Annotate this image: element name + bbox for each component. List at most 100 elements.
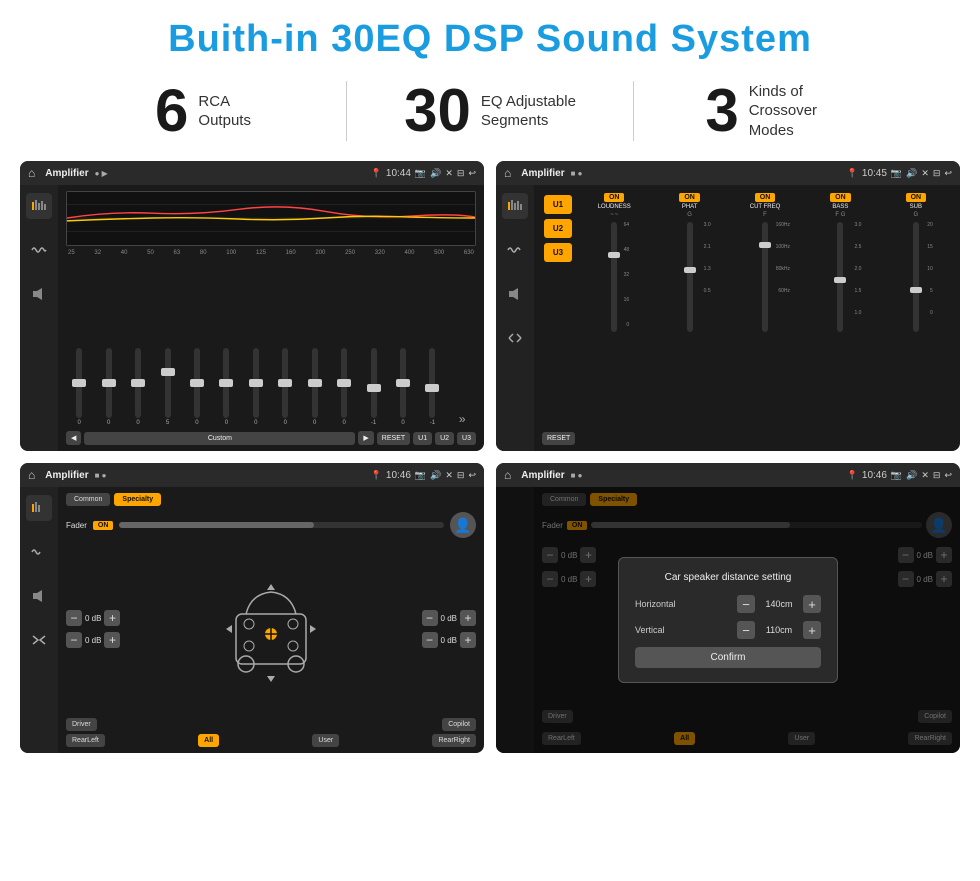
- dialog-vertical-minus[interactable]: −: [737, 621, 755, 639]
- cross-home-icon[interactable]: ⌂: [28, 468, 35, 482]
- sidebar-speaker-icon[interactable]: [26, 281, 52, 307]
- dialog-vertical-value: 110cm: [759, 625, 799, 635]
- amp-u3-btn[interactable]: U3: [544, 243, 572, 262]
- cross-user-btn[interactable]: User: [312, 734, 339, 747]
- cutfreq-label: CUT FREQ: [750, 204, 781, 210]
- cross-db3-plus[interactable]: +: [460, 610, 476, 626]
- sidebar-wave-icon[interactable]: [26, 237, 52, 263]
- cross-sidebar-wave-icon[interactable]: [26, 539, 52, 565]
- cross-bottom-btns: Driver Copilot: [66, 718, 476, 731]
- phat-on[interactable]: ON: [679, 193, 700, 202]
- sidebar-eq-icon[interactable]: [26, 193, 52, 219]
- cross-tab-specialty[interactable]: Specialty: [114, 493, 161, 506]
- stat-number-crossover: 3: [705, 81, 738, 141]
- dialog-home-icon[interactable]: ⌂: [504, 468, 511, 482]
- bass-on[interactable]: ON: [830, 193, 851, 202]
- dialog-vertical-plus[interactable]: +: [803, 621, 821, 639]
- close-icon[interactable]: ✕: [445, 168, 453, 179]
- eq-u2-btn[interactable]: U2: [435, 432, 454, 445]
- dialog-horizontal-ctrl: − 140cm +: [737, 595, 821, 613]
- amp-sidebar-arrows-icon[interactable]: [502, 325, 528, 351]
- eq-custom-btn[interactable]: Custom: [84, 432, 355, 445]
- cross-camera-icon: 📷: [415, 470, 426, 481]
- back-icon[interactable]: ↩: [468, 168, 476, 179]
- sub-on[interactable]: ON: [906, 193, 927, 202]
- cross-driver-btn[interactable]: Driver: [66, 718, 97, 731]
- cross-main: Common Specialty Fader ON 👤: [58, 487, 484, 753]
- cross-car-diagram: [124, 574, 417, 684]
- screen-amp: ⌂ Amplifier ■ ● 📍 10:45 📷 🔊 ✕ ⊟ ↩: [496, 161, 960, 451]
- dialog-overlay: Car speaker distance setting Horizontal …: [496, 487, 960, 753]
- cross-db3-minus[interactable]: −: [422, 610, 438, 626]
- dialog-title: Car speaker distance setting: [635, 572, 821, 583]
- amp-sidebar-speaker-icon[interactable]: [502, 281, 528, 307]
- screen-eq: ⌂ Amplifier ● ▶ 📍 10:44 📷 🔊 ✕ ⊟ ↩: [20, 161, 484, 451]
- amp-u1-btn[interactable]: U1: [544, 195, 572, 214]
- amp-home-icon[interactable]: ⌂: [504, 166, 511, 180]
- cross-fader-bar[interactable]: [119, 522, 444, 528]
- amp-topbar: ⌂ Amplifier ■ ● 📍 10:45 📷 🔊 ✕ ⊟ ↩: [496, 161, 960, 185]
- eq-topbar-title: Amplifier: [45, 168, 88, 179]
- cross-sidebar-speaker-icon[interactable]: [26, 583, 52, 609]
- cross-db4-minus[interactable]: −: [422, 632, 438, 648]
- amp-u2-btn[interactable]: U2: [544, 219, 572, 238]
- eq-sidebar: [20, 185, 58, 451]
- dialog-back-icon[interactable]: ↩: [944, 470, 952, 481]
- dialog-screen-content: Common Specialty Fader ON 👤 Driver Copil…: [496, 487, 960, 753]
- eq-u3-btn[interactable]: U3: [457, 432, 476, 445]
- cutfreq-on[interactable]: ON: [755, 193, 776, 202]
- eq-chart: [66, 191, 476, 246]
- cross-content: Common Specialty Fader ON 👤: [20, 487, 484, 753]
- dialog-horizontal-plus[interactable]: +: [803, 595, 821, 613]
- eq-content: 253240506380 100125160200250320 40050063…: [20, 185, 484, 451]
- cross-time: 10:46: [386, 470, 411, 481]
- amp-status-icons: ■ ●: [571, 169, 583, 178]
- amp-sidebar-eq-icon[interactable]: [502, 193, 528, 219]
- dialog-minimize-icon[interactable]: ⊟: [933, 470, 941, 481]
- cross-copilot-btn[interactable]: Copilot: [442, 718, 476, 731]
- amp-sidebar-wave-icon[interactable]: [502, 237, 528, 263]
- cross-sidebar-eq-icon[interactable]: [26, 495, 52, 521]
- eq-prev-btn[interactable]: ◀: [66, 431, 81, 445]
- cross-rearleft-btn[interactable]: RearLeft: [66, 734, 105, 747]
- amp-close-icon[interactable]: ✕: [921, 168, 929, 179]
- cross-all-btn[interactable]: All: [198, 734, 219, 747]
- stat-number-eq: 30: [404, 81, 471, 141]
- amp-reset-btn[interactable]: RESET: [542, 432, 575, 445]
- cross-db2-minus[interactable]: −: [66, 632, 82, 648]
- cross-db2-plus[interactable]: +: [104, 632, 120, 648]
- dialog-horizontal-minus[interactable]: −: [737, 595, 755, 613]
- cross-sidebar-arrows-icon[interactable]: [26, 627, 52, 653]
- cross-db4-plus[interactable]: +: [460, 632, 476, 648]
- cross-db-1: − 0 dB +: [66, 610, 120, 626]
- cross-fader-on[interactable]: ON: [93, 521, 114, 530]
- amp-minimize-icon[interactable]: ⊟: [933, 168, 941, 179]
- stat-eq: 30 EQ AdjustableSegments: [347, 81, 633, 141]
- cross-rearright-btn[interactable]: RearRight: [432, 734, 476, 747]
- home-icon[interactable]: ⌂: [28, 166, 35, 180]
- eq-more-icon[interactable]: »: [459, 412, 466, 426]
- eq-time: 10:44: [386, 168, 411, 179]
- cross-tab-common[interactable]: Common: [66, 493, 110, 506]
- screen-cross: ⌂ Amplifier ■ ● 📍 10:46 📷 🔊 ✕ ⊟ ↩: [20, 463, 484, 753]
- eq-slider-1: 0: [76, 348, 82, 426]
- eq-reset-btn[interactable]: RESET: [377, 432, 410, 445]
- bass-label: BASS: [832, 204, 848, 210]
- cross-db1-plus[interactable]: +: [104, 610, 120, 626]
- amp-back-icon[interactable]: ↩: [944, 168, 952, 179]
- stat-number-rca: 6: [155, 81, 188, 141]
- amp-camera-icon: 📷: [891, 168, 902, 179]
- cross-db1-minus[interactable]: −: [66, 610, 82, 626]
- sub-label: SUB: [910, 204, 922, 210]
- dialog-confirm-button[interactable]: Confirm: [635, 647, 821, 668]
- dialog-close-icon[interactable]: ✕: [921, 470, 929, 481]
- loudness-on[interactable]: ON: [604, 193, 625, 202]
- minimize-icon[interactable]: ⊟: [457, 168, 465, 179]
- eq-u1-btn[interactable]: U1: [413, 432, 432, 445]
- dialog-box: Car speaker distance setting Horizontal …: [618, 557, 838, 683]
- eq-status-icons: ● ▶: [95, 169, 108, 178]
- cross-minimize-icon[interactable]: ⊟: [457, 470, 465, 481]
- cross-back-icon[interactable]: ↩: [468, 470, 476, 481]
- eq-play-btn[interactable]: ▶: [358, 431, 373, 445]
- cross-close-icon[interactable]: ✕: [445, 470, 453, 481]
